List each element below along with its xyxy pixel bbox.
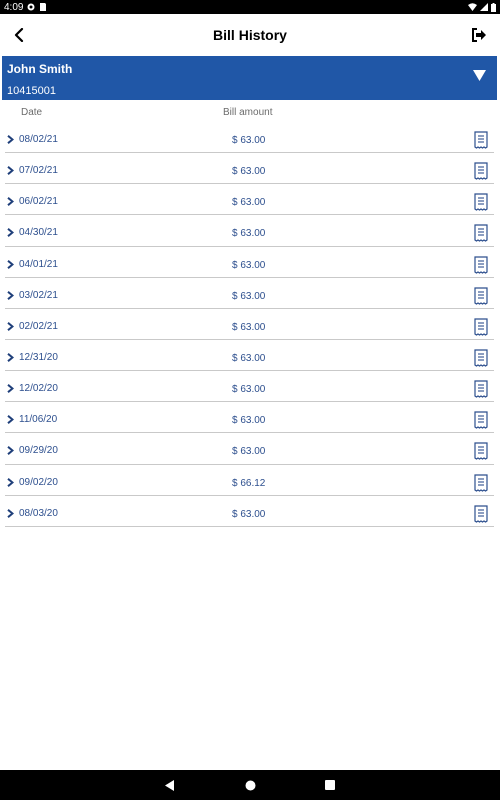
nav-recents-icon (325, 780, 335, 790)
bill-row[interactable]: 08/02/21 $ 63.00 (5, 122, 494, 154)
bill-date: 03/02/21 (19, 289, 58, 301)
bill-row[interactable]: 11/06/20 $ 63.00 (5, 402, 494, 434)
bill-row[interactable]: 09/02/20 $ 66.12 (5, 465, 494, 496)
bill-row[interactable]: 12/31/20 $ 63.00 (5, 340, 494, 372)
bill-row[interactable]: 08/03/20 $ 63.00 (5, 496, 494, 527)
receipt-icon[interactable] (474, 287, 488, 305)
bill-date: 11/06/20 (19, 414, 58, 426)
nav-recents-button[interactable] (322, 777, 338, 793)
column-header-date: Date (21, 107, 43, 118)
cell-signal-icon (480, 3, 488, 11)
status-bar: 4:09 (0, 0, 500, 14)
chevron-right-icon (7, 135, 14, 144)
bill-amount: $ 63.00 (232, 384, 266, 396)
bill-date: 04/30/21 (19, 227, 58, 239)
system-nav-bar (0, 770, 500, 800)
chevron-right-icon (7, 259, 14, 269)
bill-list: 08/02/21 $ 63.00 07/02/21 $ 63.00 06/02/21 $ … (5, 122, 494, 527)
vpn-icon (27, 3, 35, 11)
account-selector[interactable]: John Smith 10415001 (2, 56, 497, 100)
bill-date: 12/31/20 (19, 351, 58, 363)
status-time: 4:09 (4, 1, 24, 13)
receipt-icon[interactable] (474, 193, 488, 212)
triangle-down-icon[interactable] (473, 70, 486, 81)
column-header-amount: Bill amount (223, 107, 273, 118)
bill-row[interactable]: 04/30/21 $ 63.00 (5, 215, 494, 247)
bill-date: 07/02/21 (19, 165, 58, 177)
receipt-icon[interactable] (474, 318, 488, 336)
wifi-icon (468, 3, 477, 11)
chevron-right-icon (7, 353, 14, 362)
chevron-right-icon (7, 415, 14, 425)
bill-row[interactable]: 03/02/21 $ 63.00 (5, 278, 494, 309)
bill-amount: $ 63.00 (232, 135, 266, 146)
nav-home-button[interactable] (242, 777, 258, 793)
bill-amount: $ 63.00 (232, 415, 266, 427)
bill-row[interactable]: 04/01/21 $ 63.00 (5, 247, 494, 278)
bill-date: 09/02/20 (19, 476, 58, 488)
bill-date: 08/02/21 (19, 134, 58, 145)
bill-date: 09/29/20 (19, 445, 58, 457)
chevron-right-icon (7, 384, 14, 394)
nav-home-icon (245, 780, 255, 790)
chevron-right-icon (7, 446, 14, 456)
bill-amount: $ 63.00 (232, 508, 266, 520)
bill-date: 12/02/20 (19, 383, 58, 395)
battery-icon (491, 2, 496, 12)
bill-date: 08/03/20 (19, 507, 58, 519)
receipt-icon[interactable] (474, 224, 488, 243)
receipt-icon[interactable] (474, 411, 488, 429)
chevron-right-icon (7, 166, 14, 176)
bill-amount: $ 63.00 (232, 290, 266, 302)
sim-card-icon (40, 3, 47, 11)
bill-amount: $ 63.00 (232, 197, 266, 209)
table-header: Date Bill amount (0, 106, 500, 120)
receipt-icon[interactable] (474, 505, 488, 523)
bill-amount: $ 63.00 (232, 352, 266, 364)
receipt-icon[interactable] (474, 349, 488, 367)
app-bar: Bill History (0, 14, 500, 56)
bill-row[interactable]: 12/02/20 $ 63.00 (5, 371, 494, 403)
bill-row[interactable]: 07/02/21 $ 63.00 (5, 153, 494, 185)
account-name: John Smith (7, 62, 73, 76)
bill-row[interactable]: 09/29/20 $ 63.00 (5, 433, 494, 465)
receipt-icon[interactable] (474, 442, 488, 461)
bill-amount: $ 63.00 (232, 166, 266, 178)
chevron-right-icon (7, 508, 14, 518)
chevron-right-icon (7, 197, 14, 207)
bill-row[interactable]: 02/02/21 $ 63.00 (5, 309, 494, 340)
bill-date: 06/02/21 (19, 196, 58, 208)
receipt-icon[interactable] (474, 473, 488, 492)
chevron-right-icon (7, 321, 14, 331)
bill-amount: $ 63.00 (232, 259, 266, 271)
bill-amount: $ 63.00 (232, 228, 266, 240)
account-number: 10415001 (7, 85, 56, 97)
chevron-right-icon (7, 228, 14, 238)
receipt-icon[interactable] (474, 131, 488, 149)
bill-amount: $ 66.12 (232, 477, 266, 489)
receipt-icon[interactable] (474, 380, 488, 398)
chevron-right-icon (7, 290, 14, 300)
logout-button[interactable] (468, 23, 490, 47)
bill-amount: $ 63.00 (232, 321, 266, 333)
back-button[interactable] (8, 23, 30, 47)
bill-row[interactable]: 06/02/21 $ 63.00 (5, 184, 494, 216)
nav-back-icon (165, 779, 174, 791)
logout-icon (472, 28, 486, 42)
bill-date: 02/02/21 (19, 320, 58, 332)
bill-date: 04/01/21 (19, 258, 58, 270)
page-title: Bill History (213, 27, 287, 43)
nav-back-button[interactable] (162, 777, 178, 793)
receipt-icon[interactable] (474, 255, 488, 274)
chevron-right-icon (7, 477, 14, 487)
back-arrow-icon (14, 28, 24, 42)
bill-amount: $ 63.00 (232, 446, 266, 458)
receipt-icon[interactable] (474, 162, 488, 180)
